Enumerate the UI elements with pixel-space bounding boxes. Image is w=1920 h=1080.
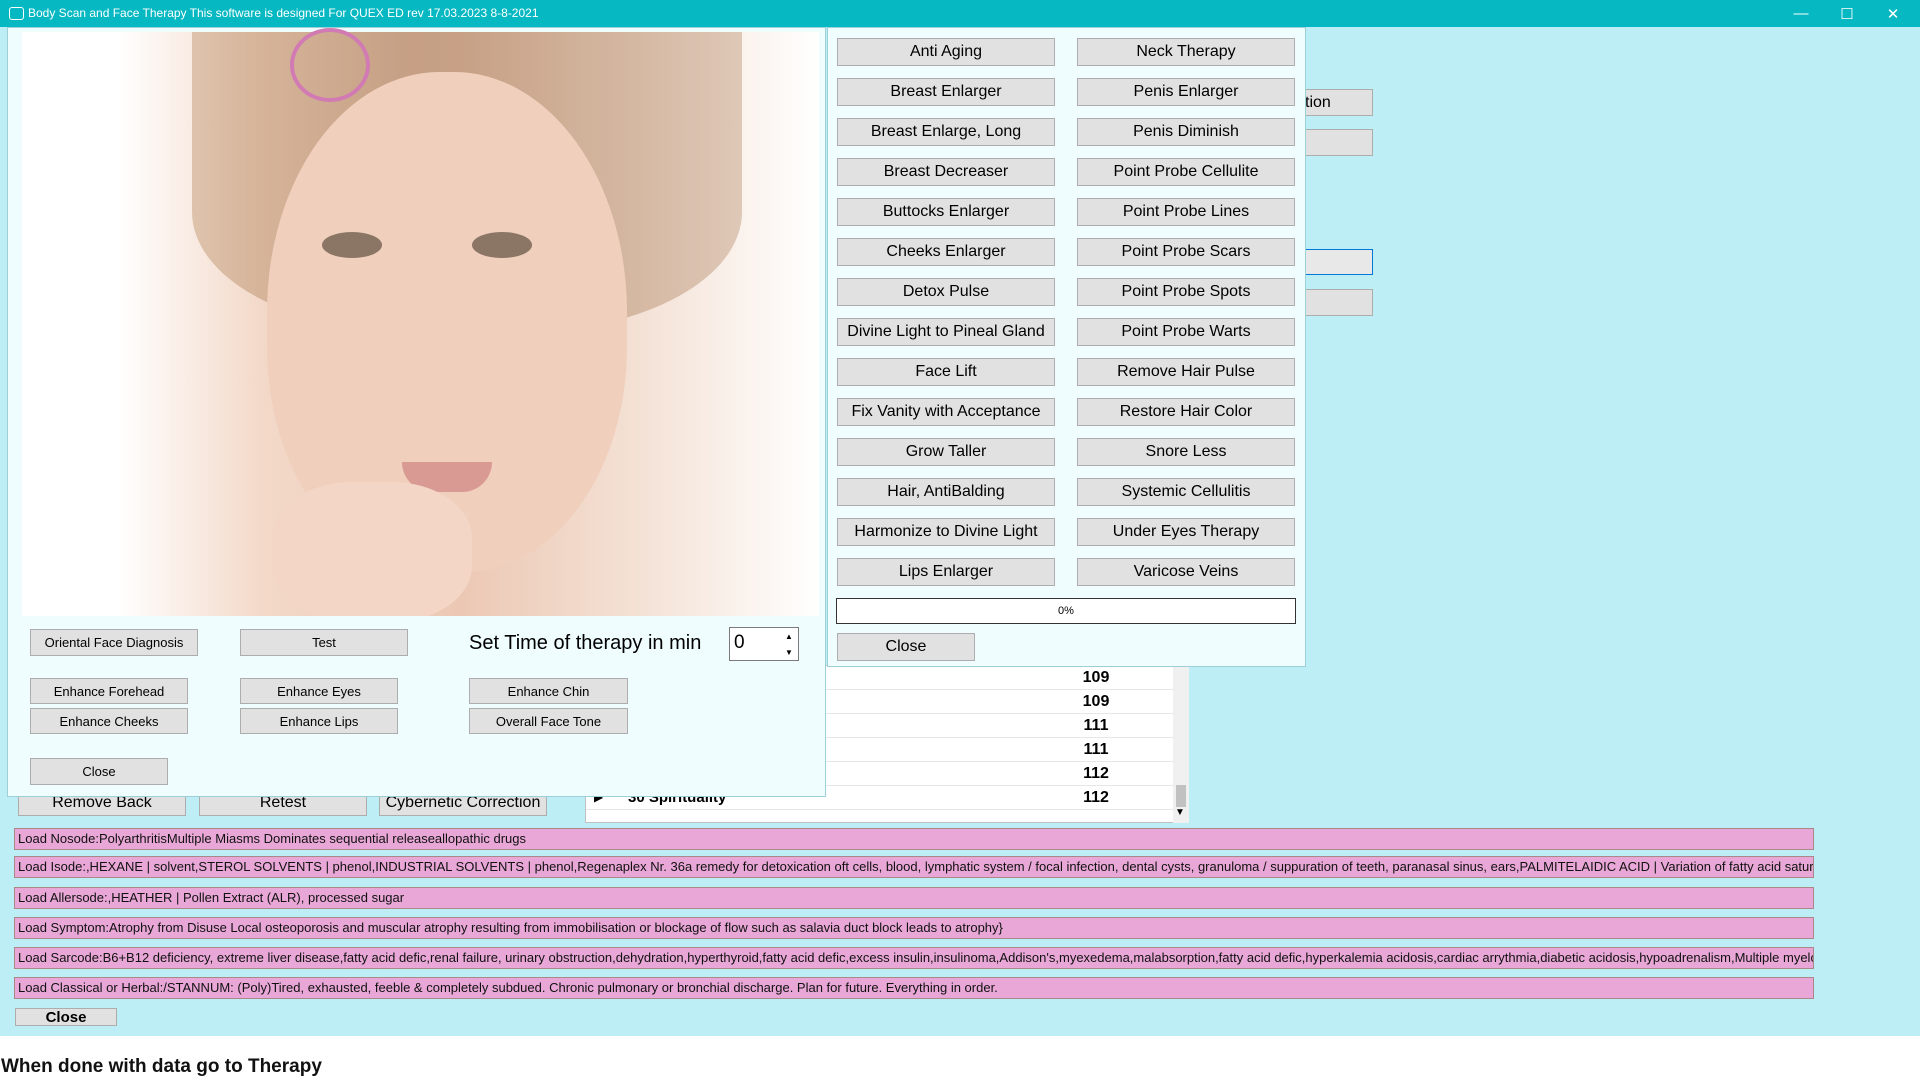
load-sarcode-row[interactable]: Load Sarcode:B6+B12 deficiency, extreme … — [14, 947, 1814, 969]
therapy-time-label: Set Time of therapy in min — [469, 632, 702, 654]
therapy-button-right[interactable]: Neck Therapy — [1077, 38, 1295, 66]
test-button[interactable]: Test — [240, 629, 408, 656]
table-value: 109 — [1082, 693, 1110, 710]
spin-up-icon[interactable]: ▲ — [782, 629, 796, 644]
face-panel-close-button[interactable]: Close — [30, 758, 168, 785]
enhance-forehead-button[interactable]: Enhance Forehead — [30, 678, 188, 704]
therapy-button-left[interactable]: Hair, AntiBalding — [837, 478, 1055, 506]
therapy-button-right[interactable]: Point Probe Spots — [1077, 278, 1295, 306]
right-eye-shape — [472, 232, 532, 258]
background-button-stub-3[interactable] — [1300, 289, 1373, 316]
spin-down-icon[interactable]: ▼ — [782, 645, 796, 660]
table-scrollbar[interactable]: ▼ — [1173, 665, 1189, 823]
therapy-button-left[interactable]: Anti Aging — [837, 38, 1055, 66]
therapy-button-left[interactable]: Lips Enlarger — [837, 558, 1055, 586]
therapy-progress-bar: 0% — [836, 598, 1296, 624]
therapy-button-left[interactable]: Detox Pulse — [837, 278, 1055, 306]
main-window: Body Scan and Face Therapy This software… — [0, 0, 1920, 1036]
therapy-time-value[interactable]: 0 — [734, 632, 745, 654]
window-title: Body Scan and Face Therapy This software… — [28, 6, 539, 20]
load-nosode-row[interactable]: Load Nosode:PolyarthritisMultiple Miasms… — [14, 828, 1814, 850]
enhance-eyes-button[interactable]: Enhance Eyes — [240, 678, 398, 704]
therapy-button-right[interactable]: Varicose Veins — [1077, 558, 1295, 586]
enhance-lips-button[interactable]: Enhance Lips — [240, 708, 398, 734]
overall-face-tone-button[interactable]: Overall Face Tone — [469, 708, 628, 734]
title-bar[interactable]: Body Scan and Face Therapy This software… — [0, 0, 1920, 27]
therapy-button-left[interactable]: Fix Vanity with Acceptance — [837, 398, 1055, 426]
therapy-button-right[interactable]: Point Probe Lines — [1077, 198, 1295, 226]
enhance-chin-button[interactable]: Enhance Chin — [469, 678, 628, 704]
oriental-face-diagnosis-button[interactable]: Oriental Face Diagnosis — [30, 629, 198, 656]
therapy-time-spinner[interactable]: 0 ▲ ▼ — [729, 627, 799, 661]
therapy-button-left[interactable]: Cheeks Enlarger — [837, 238, 1055, 266]
app-icon — [9, 7, 24, 20]
therapy-button-right[interactable]: Restore Hair Color — [1077, 398, 1295, 426]
therapy-button-right[interactable]: Under Eyes Therapy — [1077, 518, 1295, 546]
load-allersode-row[interactable]: Load Allersode:,HEATHER | Pollen Extract… — [14, 887, 1814, 909]
therapy-button-right[interactable]: Point Probe Scars — [1077, 238, 1295, 266]
background-button-stub-2[interactable] — [1300, 129, 1373, 156]
therapy-button-left[interactable]: Harmonize to Divine Light — [837, 518, 1055, 546]
therapy-button-left[interactable]: Breast Enlarger — [837, 78, 1055, 106]
load-classical-row[interactable]: Load Classical or Herbal:/STANNUM: (Poly… — [14, 977, 1814, 999]
therapy-button-right[interactable]: Point Probe Cellulite — [1077, 158, 1295, 186]
therapy-button-right[interactable]: Systemic Cellulitis — [1077, 478, 1295, 506]
therapy-button-left[interactable]: Grow Taller — [837, 438, 1055, 466]
status-message: When done with data go to Therapy — [1, 1056, 322, 1077]
face-photo — [22, 32, 819, 616]
background-input-stub[interactable] — [1300, 249, 1373, 275]
table-value: 112 — [1083, 789, 1109, 806]
therapy-button-left[interactable]: Divine Light to Pineal Gland — [837, 318, 1055, 346]
progress-text: 0% — [1058, 605, 1074, 617]
therapy-panel-close-button[interactable]: Close — [837, 633, 975, 661]
background-button-stub[interactable]: tion — [1300, 89, 1373, 116]
target-circle-marker[interactable] — [290, 28, 370, 102]
therapy-button-right[interactable]: Remove Hair Pulse — [1077, 358, 1295, 386]
table-value: 111 — [1083, 717, 1109, 734]
close-window-icon[interactable]: ✕ — [1870, 0, 1916, 27]
load-isode-row[interactable]: Load Isode:,HEXANE | solvent,STEROL SOLV… — [14, 856, 1814, 878]
enhance-cheeks-button[interactable]: Enhance Cheeks — [30, 708, 188, 734]
load-symptom-row[interactable]: Load Symptom:Atrophy from Disuse Local o… — [14, 917, 1814, 939]
table-value: 111 — [1083, 741, 1109, 758]
table-value: 109 — [1082, 669, 1110, 686]
therapy-button-left[interactable]: Breast Enlarge, Long — [837, 118, 1055, 146]
maximize-icon[interactable]: ☐ — [1824, 0, 1870, 27]
therapy-button-right[interactable]: Snore Less — [1077, 438, 1295, 466]
minimize-icon[interactable]: — — [1778, 0, 1824, 27]
therapy-button-right[interactable]: Point Probe Warts — [1077, 318, 1295, 346]
therapy-button-left[interactable]: Breast Decreaser — [837, 158, 1055, 186]
main-close-button[interactable]: Close — [15, 1008, 117, 1026]
therapy-button-left[interactable]: Buttocks Enlarger — [837, 198, 1055, 226]
therapy-button-right[interactable]: Penis Diminish — [1077, 118, 1295, 146]
therapy-button-right[interactable]: Penis Enlarger — [1077, 78, 1295, 106]
scrollbar-thumb[interactable] — [1176, 785, 1186, 807]
therapy-button-left[interactable]: Face Lift — [837, 358, 1055, 386]
hand-shape — [272, 482, 472, 616]
table-value: 112 — [1083, 765, 1109, 782]
left-eye-shape — [322, 232, 382, 258]
scroll-down-icon[interactable]: ▼ — [1175, 807, 1185, 818]
stub-label: tion — [1305, 94, 1331, 111]
